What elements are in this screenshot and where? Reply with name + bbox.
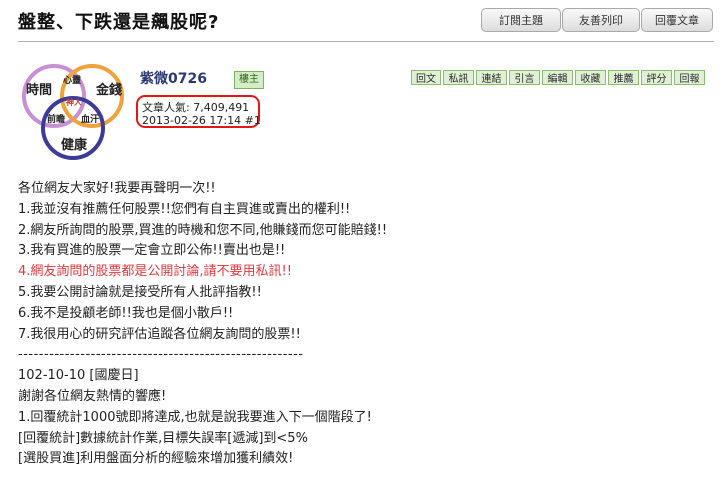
reply-post-button[interactable]: 回文 bbox=[411, 70, 441, 85]
post-line: 1.我並沒有推薦任何股票!!您們有自主買進或賣出的權利!! bbox=[18, 201, 351, 217]
logo-label-mind: 心靈 bbox=[63, 74, 81, 86]
post-line: 3.我有買進的股票一定會立即公佈!!賣出也是!! bbox=[18, 243, 286, 259]
post-line: [選股買進]利用盤面分析的經驗來增加獲利績效! bbox=[18, 451, 294, 467]
post-line: 5.我要公開討論就是接受所有人批評指教!! bbox=[18, 284, 262, 300]
post-separator: ----------------------------------------… bbox=[18, 347, 304, 363]
post-line-highlighted: 4.網友詢問的股票都是公開討論,請不要用私訊!! bbox=[18, 264, 292, 280]
logo-label-money: 金錢 bbox=[95, 82, 122, 98]
edit-button[interactable]: 編輯 bbox=[542, 70, 573, 85]
post-line: 各位網友大家好!我要再聲明一次!! bbox=[18, 181, 216, 196]
print-button[interactable]: 友善列印 bbox=[562, 8, 640, 32]
recommend-button[interactable]: 推薦 bbox=[608, 70, 639, 85]
thread-starter-badge: 樓主 bbox=[234, 71, 264, 89]
post-body: 各位網友大家好!我要再聲明一次!! 1.我並沒有推薦任何股票!!您們有自主買進或… bbox=[18, 179, 708, 470]
logo-label-health: 健康 bbox=[61, 137, 88, 153]
post-line: 謝謝各位網友熱情的響應! bbox=[18, 388, 167, 404]
post-line: 1.回覆統計1000號即將達成,也就是說我要進入下一個階段了! bbox=[18, 409, 372, 425]
thread-header: 盤整、下跌還是飆股呢? 訂閱主題 友善列印 回覆文章 bbox=[0, 0, 720, 42]
logo-label-time: 時間 bbox=[26, 82, 52, 98]
private-message-button[interactable]: 私訊 bbox=[443, 70, 474, 85]
link-button[interactable]: 連結 bbox=[476, 70, 507, 85]
post-line: [回覆統計]數據統計作業,目標失誤率[遞減]到<5% bbox=[18, 430, 308, 446]
thread-title: 盤整、下跌還是飆股呢? bbox=[18, 12, 220, 33]
post-line: 6.我不是投顧老師!!我也是個小散戶!! bbox=[18, 305, 234, 321]
author-name[interactable]: 紫微0726 bbox=[140, 68, 207, 88]
header-divider bbox=[18, 41, 714, 42]
logo-label-sweat: 血汗 bbox=[81, 113, 99, 125]
reply-button[interactable]: 回覆文章 bbox=[641, 8, 713, 32]
author-avatar-logo: 時間 金錢 健康 心靈 神人 前瞻 血汗 bbox=[22, 64, 124, 160]
report-button[interactable]: 回報 bbox=[674, 70, 705, 85]
post-line: 7.我很用心的研究評估追蹤各位網友詢問的股票!! bbox=[18, 326, 301, 342]
post-line: 2.網友所詢問的股票,買進的時機和您不同,他賺錢而您可能賠錢!! bbox=[18, 222, 388, 238]
subscribe-button[interactable]: 訂閱主題 bbox=[481, 8, 561, 32]
quote-button[interactable]: 引言 bbox=[509, 70, 540, 85]
logo-label-master: 神人 bbox=[66, 97, 83, 107]
post-line: 102-10-10 [國慶日] bbox=[18, 368, 139, 384]
logo-label-foresight: 前瞻 bbox=[47, 113, 65, 125]
rate-button[interactable]: 評分 bbox=[641, 70, 672, 85]
post-timestamp: 2013-02-26 17:14 #1 bbox=[142, 114, 261, 127]
popularity-count: 文章人氣: 7,409,491 bbox=[142, 101, 250, 114]
favorite-button[interactable]: 收藏 bbox=[575, 70, 606, 85]
